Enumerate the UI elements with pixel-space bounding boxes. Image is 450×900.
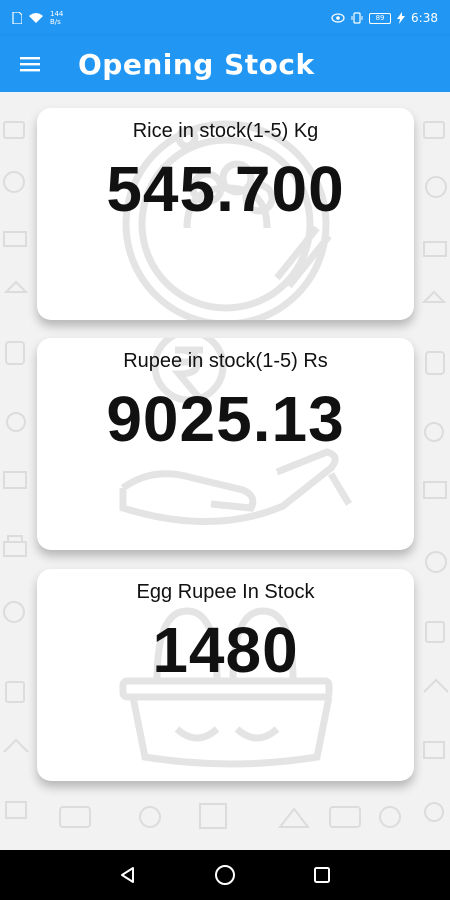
egg-stock-card: Egg Rupee In Stock 1480 <box>37 569 414 781</box>
rice-stock-card: Rice in stock(1-5) Kg 545.700 <box>37 108 414 320</box>
menu-button[interactable] <box>0 36 60 92</box>
egg-stock-label: Egg Rupee In Stock <box>136 581 315 603</box>
background-pattern: Rice in stock(1-5) Kg 545.700 Rupee in s… <box>0 92 450 850</box>
rupee-stock-label: Rupee in stock(1-5) Rs <box>123 350 328 372</box>
sim-icon <box>12 12 22 24</box>
battery-level: 89 <box>375 14 385 22</box>
charging-icon <box>397 12 406 24</box>
vibrate-icon <box>351 12 363 24</box>
home-circle-icon <box>214 865 235 885</box>
network-speed-unit: B/s <box>50 18 61 26</box>
navigation-bar <box>0 850 450 900</box>
egg-stock-value: 1480 <box>152 614 299 686</box>
recents-square-icon <box>313 867 330 883</box>
back-button[interactable] <box>108 855 148 895</box>
back-triangle-icon <box>121 867 135 883</box>
network-speed-value: 144 <box>50 10 64 18</box>
hamburger-icon <box>20 57 40 72</box>
clock: 6:38 <box>411 11 438 25</box>
rupee-stock-card: Rupee in stock(1-5) Rs 9025.13 <box>37 338 414 550</box>
eye-icon <box>331 13 345 23</box>
rice-stock-label: Rice in stock(1-5) Kg <box>132 120 319 142</box>
status-bar: 144 B/s 89 6:38 <box>0 0 450 36</box>
home-button[interactable] <box>205 855 245 895</box>
battery-icon: 89 <box>369 12 392 24</box>
recents-button[interactable] <box>302 855 342 895</box>
page-title: Opening Stock <box>78 47 315 81</box>
network-speed: 144 B/s <box>50 10 63 26</box>
rice-stock-value: 545.700 <box>106 153 345 225</box>
app-bar: Opening Stock <box>0 36 450 92</box>
rupee-stock-value: 9025.13 <box>106 383 345 455</box>
wifi-icon <box>28 12 44 24</box>
